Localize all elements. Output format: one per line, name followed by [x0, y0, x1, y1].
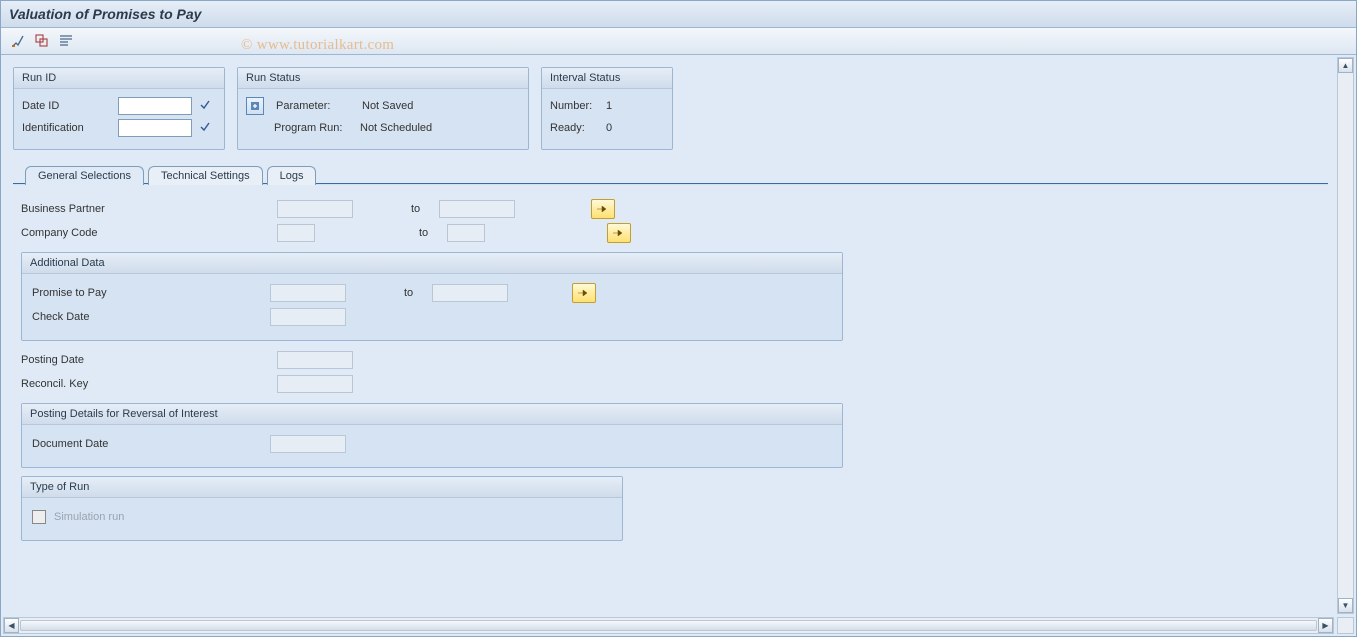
business-partner-to-input[interactable] [439, 200, 515, 218]
group-additional-data-header: Additional Data [22, 253, 842, 274]
promise-to-pay-to-label: to [404, 287, 424, 299]
business-partner-label: Business Partner [21, 203, 161, 215]
promise-to-pay-to-input[interactable] [432, 284, 508, 302]
vertical-scrollbar[interactable]: ▲ ▼ [1337, 57, 1354, 614]
company-code-to-label: to [419, 227, 439, 239]
app-window: Valuation of Promises to Pay © www.tutor… [0, 0, 1357, 637]
page-title: Valuation of Promises to Pay [9, 6, 201, 22]
tool-icon-2[interactable] [33, 32, 51, 50]
parameter-value: Not Saved [362, 100, 413, 112]
document-date-input[interactable] [270, 435, 346, 453]
document-date-label: Document Date [32, 438, 262, 450]
identification-required-icon [200, 122, 210, 135]
group-type-of-run-header: Type of Run [22, 477, 622, 498]
panel-run-status: Run Status Parameter: Not Saved Program … [237, 67, 529, 150]
tab-technical-settings[interactable]: Technical Settings [148, 166, 263, 185]
date-id-label: Date ID [22, 100, 112, 112]
business-partner-from-input[interactable] [277, 200, 353, 218]
group-type-of-run: Type of Run Simulation run [21, 476, 623, 541]
scroll-left-icon[interactable]: ◀ [4, 618, 19, 633]
tab-general-selections[interactable]: General Selections [25, 166, 144, 185]
tab-logs[interactable]: Logs [267, 166, 317, 185]
number-label: Number: [550, 100, 600, 112]
panel-run-status-header: Run Status [238, 68, 528, 89]
parameter-label: Parameter: [276, 100, 356, 112]
scroll-up-icon[interactable]: ▲ [1338, 58, 1353, 73]
number-value: 1 [606, 100, 612, 112]
identification-input[interactable] [118, 119, 192, 137]
simulation-run-checkbox[interactable] [32, 510, 46, 524]
tab-general-body: Business Partner to Company Code to [13, 184, 1328, 557]
check-date-input[interactable] [270, 308, 346, 326]
reconcil-key-label: Reconcil. Key [21, 378, 161, 390]
tab-row: General Selections Technical Settings Lo… [13, 162, 1328, 184]
content-area: Run ID Date ID Identification [3, 57, 1334, 614]
top-panels-row: Run ID Date ID Identification [3, 57, 1334, 156]
check-date-label: Check Date [32, 311, 262, 323]
company-code-from-input[interactable] [277, 224, 315, 242]
company-code-multiselect-button[interactable] [607, 223, 631, 243]
tool-icon-3[interactable] [57, 32, 75, 50]
group-posting-details: Posting Details for Reversal of Interest… [21, 403, 843, 468]
company-code-label: Company Code [21, 227, 161, 239]
program-run-value: Not Scheduled [360, 122, 432, 134]
date-id-required-icon [200, 100, 210, 113]
date-id-input[interactable] [118, 97, 192, 115]
posting-date-label: Posting Date [21, 354, 161, 366]
promise-to-pay-multiselect-button[interactable] [572, 283, 596, 303]
panel-run-id: Run ID Date ID Identification [13, 67, 225, 150]
app-toolbar [1, 28, 1356, 55]
business-partner-multiselect-button[interactable] [591, 199, 615, 219]
promise-to-pay-label: Promise to Pay [32, 287, 262, 299]
panel-interval-status-header: Interval Status [542, 68, 672, 89]
run-status-icon[interactable] [246, 97, 264, 115]
scroll-corner [1337, 617, 1354, 634]
horizontal-scroll-thumb[interactable] [20, 620, 1317, 631]
tool-icon-1[interactable] [9, 32, 27, 50]
scroll-down-icon[interactable]: ▼ [1338, 598, 1353, 613]
titlebar: Valuation of Promises to Pay [1, 1, 1356, 28]
program-run-label: Program Run: [274, 122, 354, 134]
group-posting-details-header: Posting Details for Reversal of Interest [22, 404, 842, 425]
scroll-right-icon[interactable]: ▶ [1318, 618, 1333, 633]
horizontal-scrollbar[interactable]: ◀ ▶ [3, 617, 1334, 634]
identification-label: Identification [22, 122, 112, 134]
group-additional-data: Additional Data Promise to Pay to [21, 252, 843, 341]
panel-interval-status: Interval Status Number: 1 Ready: 0 [541, 67, 673, 150]
promise-to-pay-from-input[interactable] [270, 284, 346, 302]
posting-date-input[interactable] [277, 351, 353, 369]
ready-value: 0 [606, 122, 612, 134]
ready-label: Ready: [550, 122, 600, 134]
business-partner-to-label: to [411, 203, 431, 215]
simulation-run-label: Simulation run [54, 511, 124, 523]
reconcil-key-input[interactable] [277, 375, 353, 393]
panel-run-id-header: Run ID [14, 68, 224, 89]
company-code-to-input[interactable] [447, 224, 485, 242]
tabstrip: General Selections Technical Settings Lo… [13, 162, 1328, 557]
